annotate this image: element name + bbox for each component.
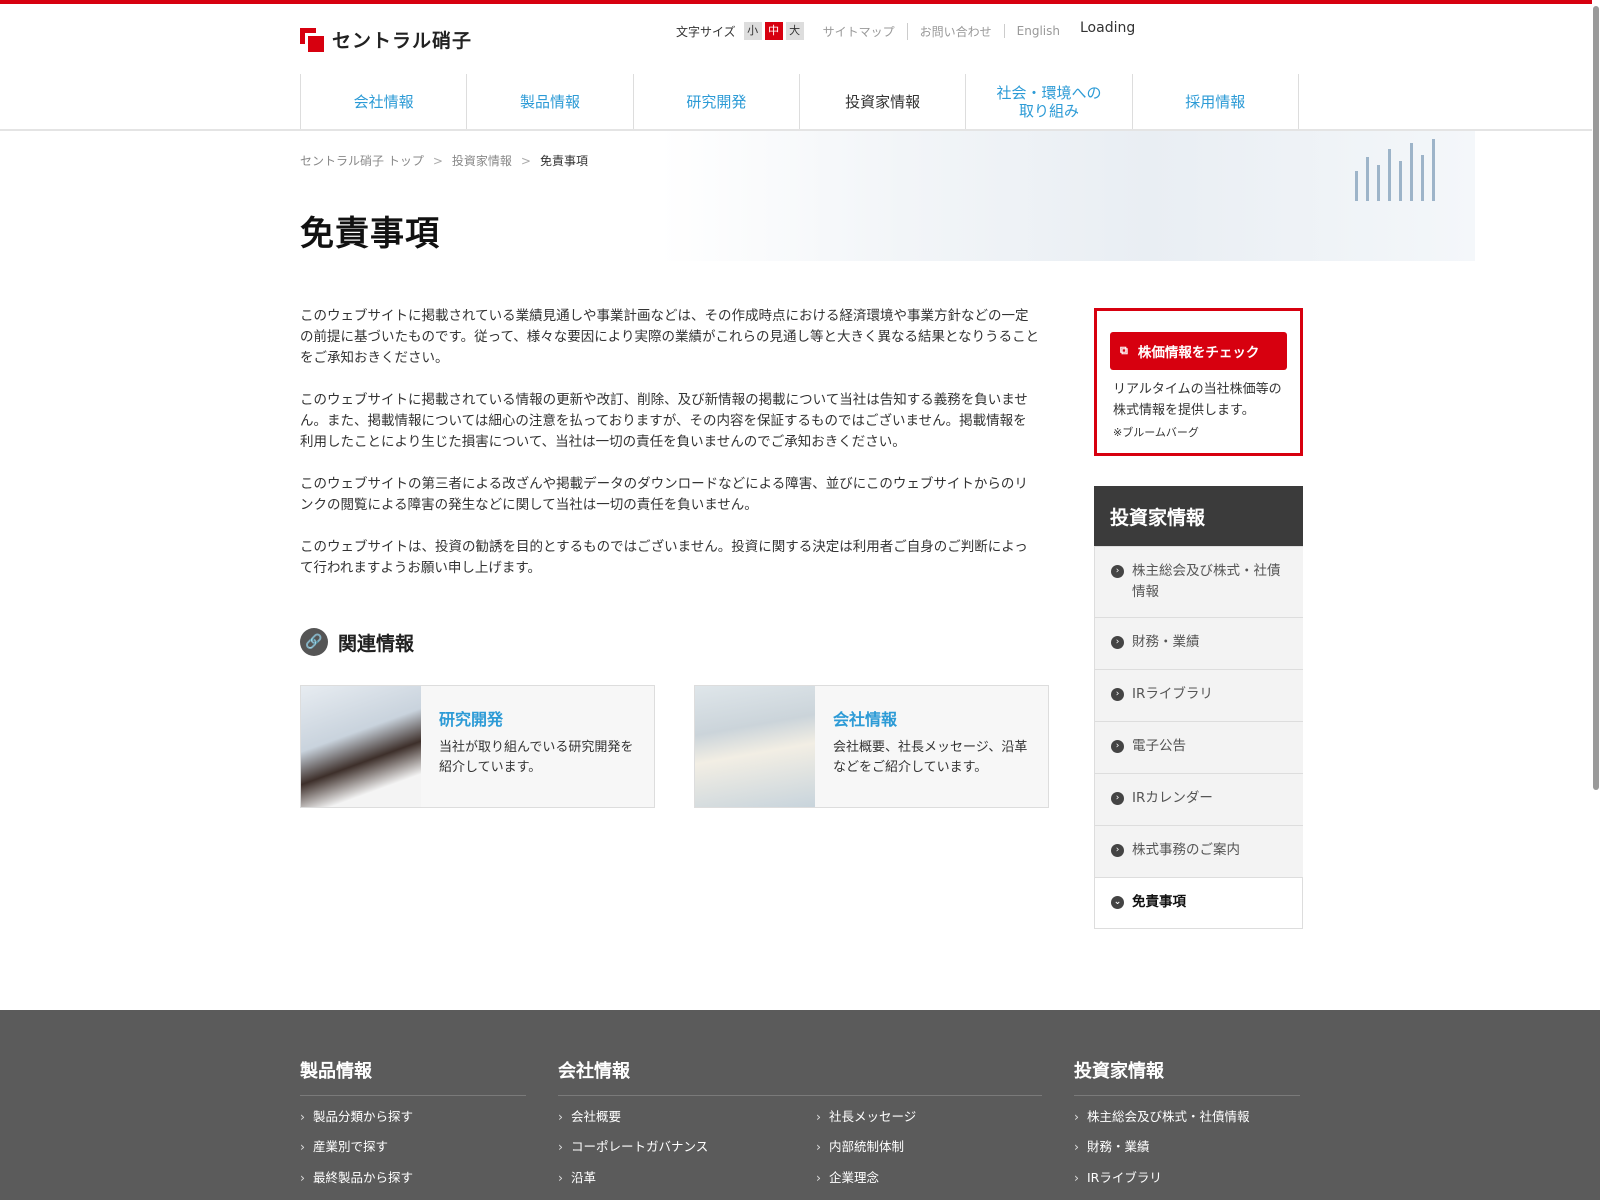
footer (0, 1010, 1600, 1200)
font-size-label: 文字サイズ (676, 24, 736, 39)
side-nav-label: 免責事項 (1132, 894, 1186, 910)
chevron-right-icon: › (1111, 636, 1124, 649)
footer-link[interactable]: コーポレートガバナンス (558, 1136, 708, 1155)
logo-mark-icon (300, 27, 327, 55)
footer-column-title: 投資家情報 (1074, 1057, 1300, 1096)
footer-link[interactable]: 会社概要 (558, 1106, 621, 1125)
font-size-medium-button[interactable]: 中 (764, 22, 783, 40)
side-nav-title: 投資家情報 (1094, 486, 1303, 546)
vertical-scrollbar[interactable] (1592, 0, 1600, 790)
footer-link[interactable]: IRライブラリ (1074, 1167, 1162, 1186)
chevron-right-icon: › (1111, 792, 1124, 805)
side-nav-label: 財務・業績 (1132, 634, 1200, 650)
chart-decoration-icon (1355, 139, 1435, 201)
related-card-research[interactable]: 研究開発 当社が取り組んでいる研究開発を紹介しています。 (300, 685, 655, 808)
stock-note: ※ブルームバーグ (1113, 426, 1199, 439)
nav-item-csr[interactable]: 社会・環境への 取り組み (966, 74, 1133, 130)
footer-column-title: 製品情報 (300, 1057, 526, 1096)
disclaimer-paragraph: このウェブサイトに掲載されている情報の更新や改訂、削除、及び新情報の掲載について… (300, 392, 1028, 450)
disclaimer-paragraph: このウェブサイトは、投資の勧誘を目的とするものではございません。投資に関する決定… (300, 539, 1028, 576)
side-nav: 投資家情報 › 株主総会及び株式・社債情報 › 財務・業績 › IRライブラリ › 電子… (1094, 486, 1303, 929)
chevron-right-icon: › (1111, 688, 1124, 701)
footer-link[interactable]: 最終製品から探す (300, 1167, 413, 1186)
footer-link[interactable]: 製品分類から探す (300, 1106, 413, 1125)
footer-link[interactable]: 内部統制体制 (816, 1136, 904, 1155)
breadcrumb-separator: > (520, 153, 531, 168)
office-photo (695, 686, 815, 807)
stock-check-button[interactable]: ⧉ 株価情報をチェック (1110, 332, 1287, 370)
stock-info-box: ⧉ 株価情報をチェック リアルタイムの当社株価等の株式情報を提供します。 ※ブル… (1094, 308, 1303, 456)
side-nav-item-financials[interactable]: › 財務・業績 (1094, 617, 1303, 669)
footer-link[interactable]: 産業別で探す (300, 1136, 388, 1155)
side-nav-label: 電子公告 (1132, 738, 1186, 754)
footer-link[interactable]: 財務・業績 (1074, 1136, 1150, 1155)
footer-link[interactable]: 沿革 (558, 1167, 596, 1186)
breadcrumb-separator: > (432, 153, 443, 168)
nav-item-recruit[interactable]: 採用情報 (1133, 74, 1299, 130)
footer-column-investors: 投資家情報 (1074, 1057, 1300, 1096)
chevron-right-icon: › (1111, 565, 1124, 578)
footer-column-title: 会社情報 (558, 1057, 1042, 1096)
disclaimer-body: このウェブサイトに掲載されている業績見通しや事業計画などは、その作成時点における… (300, 306, 1040, 600)
related-card-company[interactable]: 会社情報 会社概要、社長メッセージ、沿革などをご紹介しています。 (694, 685, 1049, 808)
footer-link[interactable]: 企業理念 (816, 1167, 879, 1186)
english-link[interactable]: English (1003, 24, 1072, 38)
nav-item-csr-label: 社会・環境への 取り組み (996, 84, 1102, 120)
scrollbar-thumb[interactable] (1593, 6, 1599, 790)
disclaimer-paragraph: このウェブサイトに掲載されている業績見通しや事業計画などは、その作成時点における… (300, 308, 1040, 366)
page-title: 免責事項 (300, 214, 440, 254)
font-size-large-button[interactable]: 大 (785, 22, 804, 40)
contact-link[interactable]: お問い合わせ (906, 22, 1004, 40)
sitemap-link[interactable]: サイトマップ (807, 23, 907, 40)
side-nav-label: IRカレンダー (1132, 790, 1213, 806)
chevron-right-icon: › (1111, 844, 1124, 857)
site-logo[interactable]: セントラル硝子 (300, 26, 473, 55)
side-nav-item-shareholders[interactable]: › 株主総会及び株式・社債情報 (1094, 546, 1303, 617)
side-nav-item-ir-library[interactable]: › IRライブラリ (1094, 669, 1303, 721)
related-card-desc: 当社が取り組んでいる研究開発を紹介しています。 (439, 740, 634, 775)
nav-item-company[interactable]: 会社情報 (301, 74, 468, 130)
footer-column-products: 製品情報 (300, 1057, 526, 1096)
side-nav-label: IRライブラリ (1132, 686, 1213, 702)
font-size-small-button[interactable]: 小 (743, 22, 762, 40)
top-accent-bar (0, 0, 1600, 4)
stock-desc: リアルタイムの当社株価等の株式情報を提供します。 (1113, 382, 1282, 418)
footer-link[interactable]: 社長メッセージ (816, 1106, 916, 1125)
hero-background-image (660, 131, 1475, 261)
footer-link[interactable]: 株主総会及び株式・社債情報 (1074, 1106, 1250, 1125)
global-nav: 会社情報 製品情報 研究開発 投資家情報 社会・環境への 取り組み 採用情報 (300, 74, 1299, 134)
breadcrumb-investors[interactable]: 投資家情報 (452, 152, 512, 169)
nav-item-investors[interactable]: 投資家情報 (799, 74, 967, 134)
side-nav-label: 株式事務のご案内 (1132, 842, 1240, 858)
related-card-title: 研究開発 (439, 710, 504, 729)
side-nav-item-stock-admin[interactable]: › 株式事務のご案内 (1094, 825, 1303, 877)
loading-text: Loading (1080, 20, 1136, 36)
external-window-icon: ⧉ (1120, 344, 1128, 357)
stock-check-label: 株価情報をチェック (1137, 345, 1260, 361)
side-nav-item-e-notice[interactable]: › 電子公告 (1094, 721, 1303, 773)
disclaimer-paragraph: このウェブサイトの第三者による改ざんや掲載データのダウンロードなどによる障害、並… (300, 476, 1028, 513)
chevron-down-icon: ⌄ (1111, 896, 1124, 909)
logo-text: セントラル硝子 (332, 30, 473, 52)
chevron-right-icon: › (1111, 740, 1124, 753)
nav-item-products[interactable]: 製品情報 (467, 74, 634, 130)
side-nav-item-ir-calendar[interactable]: › IRカレンダー (1094, 773, 1303, 825)
side-nav-item-disclaimer[interactable]: ⌄ 免責事項 (1094, 877, 1303, 929)
link-icon: 🔗 (300, 628, 328, 656)
side-nav-label: 株主総会及び株式・社債情報 (1132, 563, 1281, 600)
footer-column-company: 会社情報 (558, 1057, 1042, 1096)
breadcrumb: セントラル硝子 トップ > 投資家情報 > 免責事項 (300, 152, 588, 169)
related-card-desc: 会社概要、社長メッセージ、沿革などをご紹介しています。 (833, 740, 1028, 775)
related-title: 関連情報 (338, 632, 415, 655)
utility-bar: 文字サイズ 小 中 大 サイトマップ お問い合わせ English (676, 22, 1072, 40)
breadcrumb-home[interactable]: セントラル硝子 トップ (300, 152, 424, 169)
breadcrumb-current: 免責事項 (539, 154, 588, 168)
researcher-photo (301, 686, 421, 807)
related-card-title: 会社情報 (833, 710, 898, 729)
related-heading: 🔗 関連情報 (300, 628, 414, 656)
nav-item-research[interactable]: 研究開発 (634, 74, 800, 130)
